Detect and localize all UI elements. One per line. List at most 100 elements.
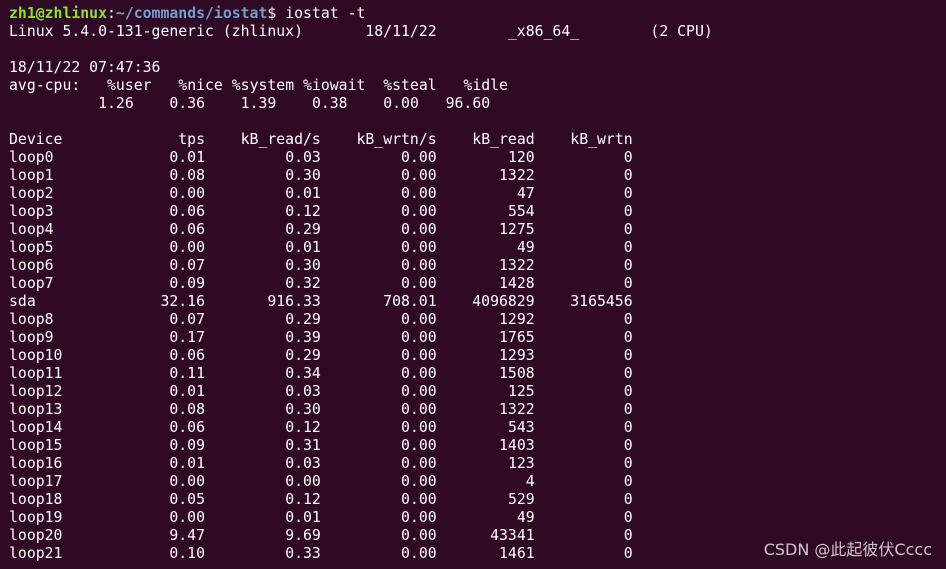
device-value-cell: 0.00 [401, 257, 437, 274]
device-header-cell: kB_wrtn/s [356, 131, 437, 148]
device-name: loop7 [9, 275, 54, 292]
device-value-cell: 1292 [499, 311, 535, 328]
device-row: loop3 0.06 0.12 0.00 554 0 [9, 203, 946, 221]
device-name: sda [9, 293, 36, 310]
device-name: loop18 [9, 491, 63, 508]
device-row: loop7 0.09 0.32 0.00 1428 0 [9, 275, 946, 293]
device-name: loop6 [9, 257, 54, 274]
device-value-cell: 0 [623, 149, 633, 166]
device-value-cell: 1508 [499, 365, 535, 382]
device-row: loop11 0.11 0.34 0.00 1508 0 [9, 365, 946, 383]
system-info-line: Linux 5.4.0-131-generic (zhlinux) 18/11/… [9, 23, 713, 40]
device-header-cell: kB_wrtn [570, 131, 633, 148]
device-header-cell: kB_read [472, 131, 535, 148]
prompt-line: zh1@zhlinux:~/commands/iostat$ iostat -t [9, 5, 946, 23]
cpu-header-cell: %nice [178, 77, 223, 94]
device-value-cell: 0.00 [401, 149, 437, 166]
device-value-cell: 0.06 [169, 347, 205, 364]
device-name: loop9 [9, 329, 54, 346]
device-row: loop9 0.17 0.39 0.00 1765 0 [9, 329, 946, 347]
device-name: loop10 [9, 347, 63, 364]
timestamp-line: 18/11/22 07:47:36 [9, 59, 161, 76]
device-value-cell: 0.00 [401, 383, 437, 400]
device-value-cell: 1428 [499, 275, 535, 292]
device-name: loop5 [9, 239, 54, 256]
device-header-cell: Device [9, 131, 63, 148]
device-value-cell: 0.01 [285, 239, 321, 256]
device-value-cell: 0.00 [169, 509, 205, 526]
device-value-cell: 0 [623, 221, 633, 238]
device-name: loop15 [9, 437, 63, 454]
device-value-cell: 0.00 [401, 401, 437, 418]
device-value-cell: 0.34 [285, 365, 321, 382]
device-value-cell: 0 [623, 311, 633, 328]
csdn-watermark: CSDN @此起彼伏Cccc [763, 540, 932, 559]
device-value-cell: 0.00 [401, 419, 437, 436]
device-value-cell: 0 [623, 455, 633, 472]
device-value-cell: 0.01 [169, 455, 205, 472]
device-value-cell: 554 [507, 203, 535, 220]
cpu-header-cell: %steal [383, 77, 437, 94]
device-value-cell: 0.12 [285, 419, 321, 436]
device-header-cell: tps [178, 131, 205, 148]
device-value-cell: 1765 [499, 329, 535, 346]
command-text: iostat -t [276, 5, 366, 22]
device-value-cell: 0.11 [169, 365, 205, 382]
device-value-cell: 0.00 [401, 473, 437, 490]
device-row: loop4 0.06 0.29 0.00 1275 0 [9, 221, 946, 239]
device-value-cell: 125 [507, 383, 535, 400]
device-name: loop16 [9, 455, 63, 472]
device-value-cell: 0.32 [285, 275, 321, 292]
device-value-cell: 0 [623, 203, 633, 220]
device-row: loop6 0.07 0.30 0.00 1322 0 [9, 257, 946, 275]
device-value-cell: 0.05 [169, 491, 205, 508]
device-value-cell: 0.00 [401, 329, 437, 346]
device-value-cell: 0 [623, 239, 633, 256]
device-value-cell: 4096829 [472, 293, 535, 310]
terminal-output[interactable]: zh1@zhlinux:~/commands/iostat$ iostat -t… [9, 5, 946, 569]
device-value-cell: 0.07 [169, 257, 205, 274]
prompt-path: ~/commands/iostat [115, 5, 268, 22]
cpu-header-cell: %user [107, 77, 152, 94]
device-value-cell: 9.69 [285, 527, 321, 544]
device-value-cell: 0.12 [285, 491, 321, 508]
device-value-cell: 0.29 [285, 221, 321, 238]
device-value-cell: 1293 [499, 347, 535, 364]
device-value-cell: 0.06 [169, 221, 205, 238]
device-value-cell: 0 [623, 257, 633, 274]
device-value-cell: 0.09 [169, 437, 205, 454]
device-value-cell: 0 [623, 383, 633, 400]
device-row: loop18 0.05 0.12 0.00 529 0 [9, 491, 946, 509]
device-value-cell: 529 [507, 491, 535, 508]
device-value-cell: 0.06 [169, 419, 205, 436]
device-name: loop19 [9, 509, 63, 526]
device-value-cell: 0.00 [285, 473, 321, 490]
device-value-cell: 0.00 [401, 347, 437, 364]
device-header-line: Device tps kB_read/s kB_wrtn/s kB_read k… [9, 131, 946, 149]
device-value-cell: 0.07 [169, 311, 205, 328]
device-value-cell: 9.47 [169, 527, 205, 544]
device-name: loop13 [9, 401, 63, 418]
cpu-value-cell: 0.38 [311, 95, 348, 112]
device-value-cell: 0.03 [285, 149, 321, 166]
device-value-cell: 0 [623, 275, 633, 292]
device-value-cell: 0 [623, 473, 633, 490]
device-row: loop5 0.00 0.01 0.00 49 0 [9, 239, 946, 257]
device-value-cell: 0.09 [169, 275, 205, 292]
cpu-value-cell: 1.39 [240, 95, 277, 112]
device-value-cell: 0.01 [169, 383, 205, 400]
device-value-cell: 0.31 [285, 437, 321, 454]
device-value-cell: 3165456 [570, 293, 633, 310]
device-value-cell: 0.30 [285, 401, 321, 418]
device-row: loop14 0.06 0.12 0.00 543 0 [9, 419, 946, 437]
device-value-cell: 4 [525, 473, 535, 490]
device-value-cell: 0 [623, 419, 633, 436]
prompt-user-host: zh1@zhlinux [9, 5, 107, 22]
device-value-cell: 0 [623, 401, 633, 418]
device-header-cell: kB_read/s [240, 131, 321, 148]
device-value-cell: 123 [507, 455, 535, 472]
device-name: loop8 [9, 311, 54, 328]
cpu-value-cell: 0.36 [169, 95, 206, 112]
device-value-cell: 0.00 [401, 185, 437, 202]
